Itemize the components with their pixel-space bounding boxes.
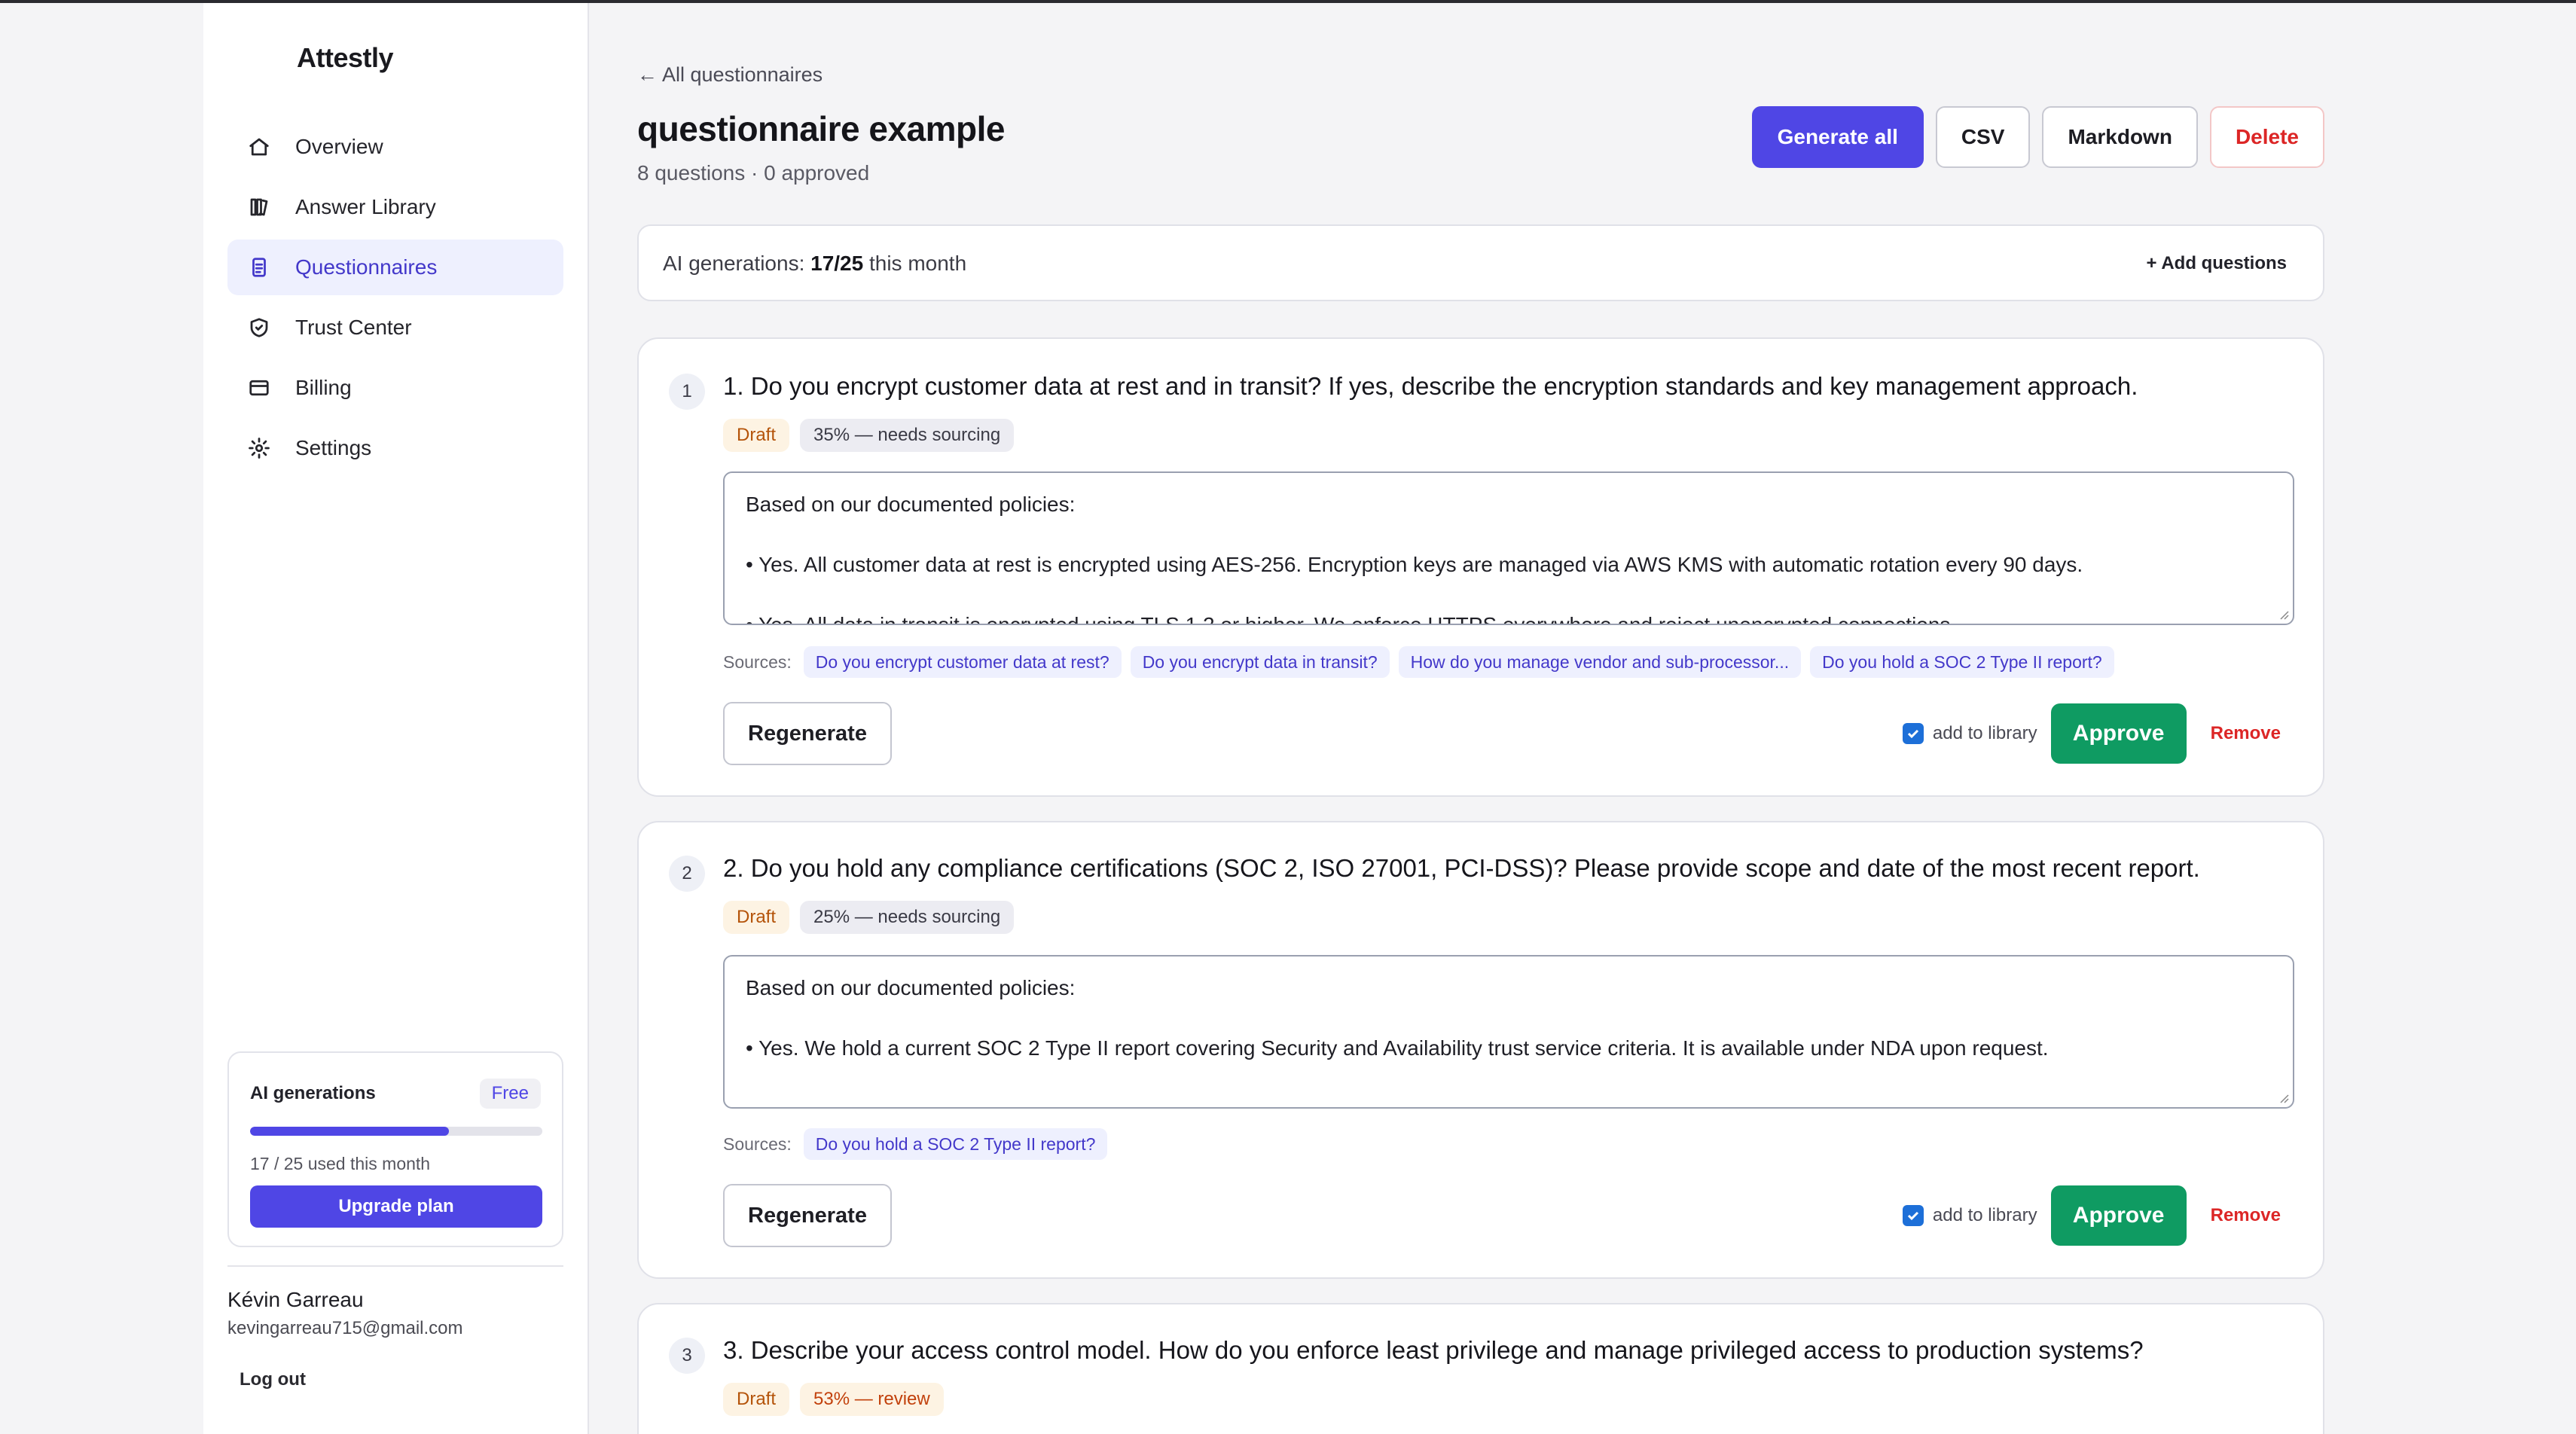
answer-actions: add to library Approve Remove bbox=[1902, 1185, 2281, 1246]
sidebar-item-label: Billing bbox=[295, 376, 352, 399]
header-actions: Generate all CSV Markdown Delete bbox=[1751, 106, 2324, 168]
question-number: 3 bbox=[669, 1338, 705, 1374]
question-title: 2. Do you hold any compliance certificat… bbox=[723, 854, 2200, 882]
question-title: 1. Do you encrypt customer data at rest … bbox=[723, 372, 2138, 400]
user-name: Kévin Garreau bbox=[227, 1288, 364, 1311]
question-card: 1 1. Do you encrypt customer data at res… bbox=[637, 337, 2324, 797]
add-questions-button[interactable]: + Add questions bbox=[2147, 253, 2287, 274]
add-to-library-label[interactable]: add to library bbox=[1933, 723, 2037, 744]
generations-suffix: this month bbox=[863, 252, 967, 275]
sources-label: Sources: bbox=[723, 651, 792, 672]
checkmark-icon bbox=[1907, 729, 1918, 739]
logout-link[interactable]: Log out bbox=[240, 1369, 306, 1390]
sources-row: Sources: Do you encrypt customer data at… bbox=[723, 646, 2114, 678]
usage-progress-bar bbox=[250, 1127, 542, 1136]
sidebar-item-trust-center[interactable]: Trust Center bbox=[227, 300, 563, 355]
generations-text: AI generations: 17/25 this month bbox=[663, 252, 966, 276]
usage-card: AI generations Free 17 / 25 used this mo… bbox=[227, 1051, 563, 1247]
add-to-library-checkbox[interactable] bbox=[1902, 723, 1924, 744]
clipboard-icon bbox=[246, 254, 273, 281]
sidebar-item-answer-library[interactable]: Answer Library bbox=[227, 179, 563, 235]
source-chip[interactable]: Do you hold a SOC 2 Type II report? bbox=[1810, 646, 2114, 678]
approve-button[interactable]: Approve bbox=[2050, 1185, 2187, 1246]
export-markdown-button[interactable]: Markdown bbox=[2042, 106, 2198, 168]
sidebar-item-label: Settings bbox=[295, 436, 372, 459]
status-badge: Draft bbox=[723, 901, 790, 934]
page-subtitle: 8 questions · 0 approved bbox=[637, 161, 870, 185]
answer-line: • Yes. All data in transit is encrypted … bbox=[746, 613, 1957, 625]
question-tags: Draft 35% — needs sourcing bbox=[723, 419, 1015, 452]
credit-card-icon bbox=[246, 374, 273, 401]
sidebar-item-label: Questionnaires bbox=[295, 255, 438, 279]
regenerate-button[interactable]: Regenerate bbox=[723, 1184, 892, 1247]
sidebar-item-label: Trust Center bbox=[295, 316, 412, 339]
generations-bar: AI generations: 17/25 this month + Add q… bbox=[637, 224, 2324, 301]
sidebar-nav: Overview Answer Library Questionnaires T… bbox=[227, 119, 563, 481]
generate-all-button[interactable]: Generate all bbox=[1751, 106, 1924, 168]
shield-icon bbox=[246, 314, 273, 341]
remove-button[interactable]: Remove bbox=[2211, 1205, 2281, 1226]
answer-line: Based on our documented policies: bbox=[746, 493, 1076, 516]
answer-actions: add to library Approve Remove bbox=[1902, 703, 2281, 764]
question-tags: Draft 25% — needs sourcing bbox=[723, 901, 1015, 934]
question-tags: Draft 53% — review bbox=[723, 1383, 944, 1416]
sidebar-item-label: Answer Library bbox=[295, 195, 436, 218]
sidebar-item-label: Overview bbox=[295, 135, 383, 158]
confidence-badge: 35% — needs sourcing bbox=[800, 419, 1015, 452]
question-card: 2 2. Do you hold any compliance certific… bbox=[637, 821, 2324, 1279]
source-chip[interactable]: How do you manage vendor and sub-process… bbox=[1398, 646, 1802, 678]
sidebar: Attestly Overview Answer Library Questio… bbox=[203, 3, 589, 1434]
sources-label: Sources: bbox=[723, 1133, 792, 1154]
add-to-library-checkbox[interactable] bbox=[1902, 1205, 1924, 1226]
resize-handle-icon[interactable] bbox=[2278, 1092, 2290, 1104]
checkmark-icon bbox=[1907, 1211, 1918, 1221]
sidebar-item-settings[interactable]: Settings bbox=[227, 420, 563, 476]
sidebar-item-overview[interactable]: Overview bbox=[227, 119, 563, 175]
usage-text: 17 / 25 used this month bbox=[250, 1154, 431, 1173]
add-to-library-label[interactable]: add to library bbox=[1933, 1205, 2037, 1226]
answer-textarea[interactable]: Based on our documented policies: • Yes.… bbox=[723, 955, 2294, 1109]
gear-icon bbox=[246, 435, 273, 462]
approve-button[interactable]: Approve bbox=[2050, 703, 2187, 764]
generations-prefix: AI generations: bbox=[663, 252, 811, 275]
remove-button[interactable]: Remove bbox=[2211, 723, 2281, 744]
question-number: 2 bbox=[669, 856, 705, 892]
answer-line: • Yes. All customer data at rest is encr… bbox=[746, 553, 2083, 576]
regenerate-button[interactable]: Regenerate bbox=[723, 702, 892, 765]
question-card: 3 3. Describe your access control model.… bbox=[637, 1303, 2324, 1434]
confidence-badge: 25% — needs sourcing bbox=[800, 901, 1015, 934]
answer-line: Based on our documented policies: bbox=[746, 976, 1076, 999]
home-icon bbox=[246, 133, 273, 160]
usage-title: AI generations bbox=[250, 1083, 376, 1103]
question-number: 1 bbox=[669, 374, 705, 410]
upgrade-plan-button[interactable]: Upgrade plan bbox=[250, 1185, 542, 1228]
delete-button[interactable]: Delete bbox=[2209, 106, 2324, 168]
usage-progress-fill bbox=[250, 1127, 449, 1136]
answer-textarea[interactable]: Based on our documented policies: • Yes.… bbox=[723, 471, 2294, 625]
sidebar-item-billing[interactable]: Billing bbox=[227, 360, 563, 416]
plan-badge: Free bbox=[479, 1079, 541, 1109]
sources-row: Sources: Do you hold a SOC 2 Type II rep… bbox=[723, 1128, 1108, 1160]
export-csv-button[interactable]: CSV bbox=[1935, 106, 2031, 168]
source-chip[interactable]: Do you hold a SOC 2 Type II report? bbox=[803, 1128, 1108, 1160]
back-link[interactable]: ← All questionnaires bbox=[637, 63, 823, 87]
confidence-badge: 53% — review bbox=[800, 1383, 944, 1416]
source-chip[interactable]: Do you encrypt data in transit? bbox=[1130, 646, 1390, 678]
status-badge: Draft bbox=[723, 1383, 790, 1416]
sidebar-item-questionnaires[interactable]: Questionnaires bbox=[227, 240, 563, 295]
user-email: kevingarreau715@gmail.com bbox=[227, 1318, 463, 1338]
library-icon bbox=[246, 194, 273, 221]
divider bbox=[227, 1265, 563, 1267]
page-title: questionnaire example bbox=[637, 109, 1006, 148]
answer-line: • Yes. We hold a current SOC 2 Type II r… bbox=[746, 1036, 2049, 1060]
generations-count: 17/25 bbox=[810, 252, 864, 275]
source-chip[interactable]: Do you encrypt customer data at rest? bbox=[803, 646, 1122, 678]
brand-logo[interactable]: Attestly bbox=[297, 42, 394, 74]
status-badge: Draft bbox=[723, 419, 790, 452]
resize-handle-icon[interactable] bbox=[2278, 609, 2290, 621]
main-content: ← All questionnaires questionnaire examp… bbox=[637, 0, 2324, 1434]
question-title: 3. Describe your access control model. H… bbox=[723, 1336, 2144, 1364]
